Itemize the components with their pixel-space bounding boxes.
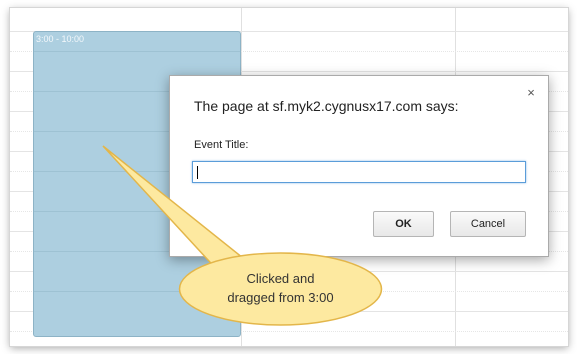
callout-bubble: Clicked and dragged from 3:00	[178, 251, 383, 327]
callout-line-1: Clicked and	[246, 271, 315, 286]
dialog-title: The page at sf.myk2.cygnusx17.com says:	[194, 98, 459, 114]
event-title-input[interactable]	[192, 161, 526, 183]
prompt-dialog: The page at sf.myk2.cygnusx17.com says: …	[169, 75, 549, 257]
event-time-label: 3:00 - 10:00	[36, 34, 85, 44]
event-hour-line	[34, 51, 240, 52]
ok-button[interactable]: OK	[373, 211, 434, 237]
callout-line-2: dragged from 3:00	[227, 290, 334, 305]
cancel-button[interactable]: Cancel	[450, 211, 526, 237]
event-title-label: Event Title:	[194, 139, 249, 151]
close-icon[interactable]: ×	[524, 86, 538, 100]
text-caret	[197, 166, 198, 179]
